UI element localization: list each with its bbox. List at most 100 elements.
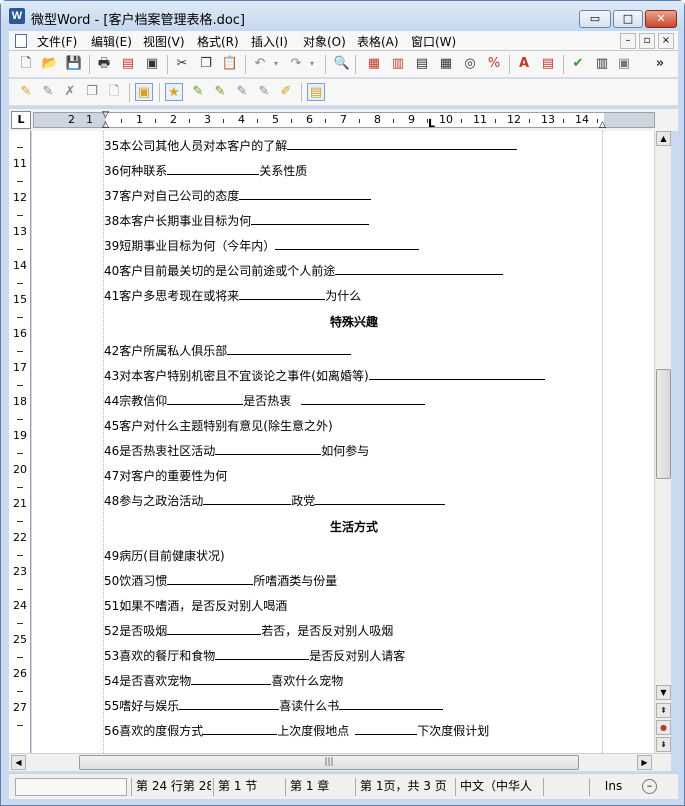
fill-blank[interactable] <box>167 623 262 635</box>
toolbar-more-icon[interactable]: » <box>651 55 669 73</box>
accept-change-icon[interactable]: ✎ <box>189 83 207 101</box>
comment-icon[interactable]: ✐ <box>277 83 295 101</box>
fill-blank[interactable] <box>227 343 352 355</box>
edit-doc-icon[interactable]: ✎ <box>17 83 35 101</box>
close-button[interactable]: ✕ <box>645 10 677 28</box>
doc-restore-button[interactable]: ▫ <box>639 33 655 49</box>
right-indent-marker[interactable]: △ <box>599 120 606 130</box>
reject-change-icon[interactable]: ✎ <box>233 83 251 101</box>
minimize-button[interactable]: ▭ <box>579 10 611 28</box>
zoom-icon[interactable]: ◎ <box>461 55 479 73</box>
form-line: 52是否吸烟 若否，是否反对别人吸烟 <box>104 622 393 639</box>
fill-blank[interactable] <box>335 263 504 275</box>
tab-stop-selector[interactable]: L <box>11 111 31 129</box>
menu-file[interactable]: 文件(F) <box>35 33 79 50</box>
fill-blank[interactable] <box>215 648 310 660</box>
columns-icon[interactable]: ▤ <box>413 55 431 73</box>
reject-all-icon[interactable]: ✎ <box>255 83 273 101</box>
browse-next-button[interactable]: ⇟ <box>656 737 671 752</box>
page-layout-icon[interactable]: ▦ <box>437 55 455 73</box>
fill-blank[interactable] <box>239 188 372 200</box>
menu-edit[interactable]: 编辑(E) <box>89 33 134 50</box>
accept-star-icon[interactable]: ★ <box>165 83 183 101</box>
format-icon[interactable]: ▤ <box>539 55 557 73</box>
edit-doc-gray-icon[interactable]: ✎ <box>39 83 57 101</box>
left-indent-marker[interactable]: △ <box>102 120 109 130</box>
zoom-out-button[interactable]: – <box>642 779 657 794</box>
track-changes-icon[interactable]: ▣ <box>135 83 153 101</box>
scroll-down-button[interactable]: ▼ <box>656 685 671 700</box>
ruler-tick <box>17 147 23 148</box>
menu-object[interactable]: 对象(O) <box>301 33 348 50</box>
word-app-icon[interactable]: W <box>9 8 25 24</box>
menu-table[interactable]: 表格(A) <box>355 33 401 50</box>
paste-icon[interactable]: 📋 <box>221 55 239 73</box>
window-icon[interactable]: ▣ <box>615 55 633 73</box>
fill-blank[interactable] <box>239 288 326 300</box>
open-folder-icon[interactable]: 📂 <box>41 55 59 73</box>
delete-revision-icon[interactable]: ✗ <box>61 83 79 101</box>
fill-blank[interactable] <box>167 163 260 175</box>
insert-number-icon[interactable]: ▦ <box>365 55 383 73</box>
fill-blank[interactable] <box>301 393 426 405</box>
percent-icon[interactable]: % <box>485 55 503 73</box>
menu-format[interactable]: 格式(R) <box>195 33 241 50</box>
document-revision-icon[interactable]: 🗋 <box>105 83 123 101</box>
document-page[interactable]: 35本公司其他人员对本客户的了解 36何种联系 关系性质 37客户对自己公司的态度… <box>32 131 654 753</box>
fill-blank[interactable] <box>251 213 370 225</box>
vertical-ruler[interactable]: 11 12 13 14 15 16 17 18 19 20 21 22 23 2… <box>9 131 31 753</box>
form-line: 37客户对自己公司的态度 <box>104 187 372 204</box>
maximize-button[interactable]: □ <box>613 10 643 28</box>
fill-blank[interactable] <box>191 673 272 685</box>
cut-icon[interactable]: ✂ <box>173 55 191 73</box>
spell-check-icon[interactable]: ✔ <box>569 55 587 73</box>
undo-dropdown-icon[interactable]: ▾ <box>267 55 285 73</box>
horizontal-scroll-thumb[interactable]: ||| <box>79 755 579 770</box>
copy-icon[interactable]: ❐ <box>197 55 215 73</box>
fill-blank[interactable] <box>368 368 545 380</box>
copy-revision-icon[interactable]: ❐ <box>83 83 101 101</box>
fill-blank[interactable] <box>215 443 322 455</box>
fill-blank[interactable] <box>315 493 446 505</box>
menu-view[interactable]: 视图(V) <box>141 33 187 50</box>
doc-minimize-button[interactable]: – <box>620 33 636 49</box>
redo-dropdown-icon[interactable]: ▾ <box>303 55 321 73</box>
scroll-right-button[interactable]: ▶ <box>637 755 652 770</box>
save-icon[interactable]: 💾 <box>65 55 83 73</box>
tab-stop-marker[interactable]: L <box>428 117 435 130</box>
browse-object-button[interactable]: ● <box>656 720 671 735</box>
fill-blank[interactable] <box>167 393 244 405</box>
status-insert-mode[interactable]: Ins <box>589 778 633 796</box>
review-pane-icon[interactable]: ▤ <box>307 83 325 101</box>
fill-blank[interactable] <box>275 238 420 250</box>
fill-blank[interactable] <box>167 573 254 585</box>
scroll-left-button[interactable]: ◀ <box>11 755 26 770</box>
horizontal-ruler[interactable]: 2 1 1 2 3 4 5 6 7 8 9 10 11 12 13 14 ▽ △… <box>33 110 655 130</box>
menu-insert[interactable]: 插入(I) <box>249 33 290 50</box>
pdf-export-icon[interactable]: ▤ <box>119 55 137 73</box>
vertical-scroll-thumb[interactable] <box>656 369 671 479</box>
insert-table-icon[interactable]: ▥ <box>389 55 407 73</box>
font-color-icon[interactable]: A <box>515 55 533 73</box>
horizontal-scrollbar[interactable]: ◀ ||| ▶ <box>9 753 671 771</box>
print-icon[interactable]: 🖶 <box>95 55 113 73</box>
vertical-scrollbar[interactable]: ▲ ▼ ⇞ ● ⇟ <box>654 131 671 753</box>
print-preview-icon[interactable]: ▣ <box>143 55 161 73</box>
browse-previous-button[interactable]: ⇞ <box>656 703 671 718</box>
chart-icon[interactable]: ▥ <box>593 55 611 73</box>
new-document-icon[interactable]: 🗋 <box>17 55 35 73</box>
accept-all-icon[interactable]: ✎ <box>211 83 229 101</box>
fill-blank[interactable] <box>179 698 280 710</box>
fill-blank[interactable] <box>287 138 518 150</box>
toolbar-separator <box>509 55 510 74</box>
document-icon[interactable] <box>15 34 27 48</box>
fill-blank[interactable] <box>355 723 418 735</box>
scroll-up-button[interactable]: ▲ <box>656 131 671 146</box>
fill-blank[interactable] <box>203 493 292 505</box>
fill-blank[interactable] <box>203 723 278 735</box>
doc-close-button[interactable]: × <box>658 33 674 49</box>
find-icon[interactable]: 🔍 <box>333 55 351 73</box>
menu-window[interactable]: 窗口(W) <box>409 33 458 50</box>
first-line-indent-marker[interactable]: ▽ <box>102 110 109 120</box>
fill-blank[interactable] <box>339 698 444 710</box>
